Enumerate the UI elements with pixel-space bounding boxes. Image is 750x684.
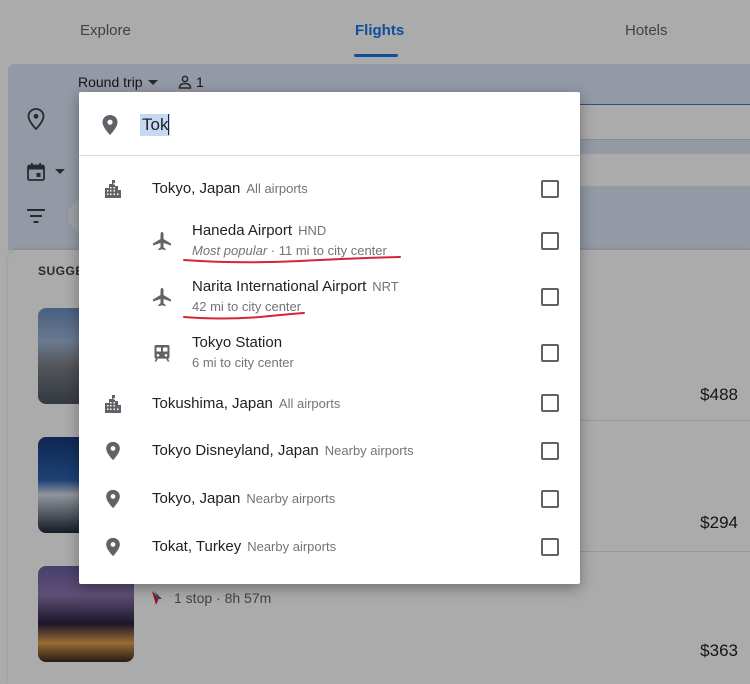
result-row[interactable]: Tokyo, Japan Nearby airports (79, 476, 580, 524)
result-name: Tokyo Disneyland, Japan (152, 442, 319, 459)
location-pin-icon (106, 441, 120, 461)
select-checkbox[interactable] (541, 442, 559, 460)
result-name: Narita International Airport (192, 278, 367, 295)
result-row[interactable]: Tokushima, Japan All airports (79, 380, 580, 428)
search-input[interactable]: Tok (140, 114, 171, 136)
result-subtitle: Nearby airports (324, 443, 414, 458)
result-row[interactable]: Tokyo Disneyland, Japan Nearby airports (79, 428, 580, 476)
result-row[interactable]: Haneda Airport HND Most popular · 11 mi t… (79, 216, 580, 268)
result-title: Haneda Airport HND (192, 222, 326, 239)
location-pin-icon (106, 489, 120, 509)
result-title: Tokyo Disneyland, Japan Nearby airports (152, 442, 414, 459)
popular-tag: Most popular (192, 243, 268, 258)
result-detail: 6 mi to city center (192, 355, 294, 370)
city-icon (105, 180, 121, 198)
result-name: Tokyo, Japan (152, 180, 241, 197)
airport-code: NRT (372, 279, 399, 294)
result-detail: Most popular · 11 mi to city center (192, 243, 387, 258)
result-subtitle: All airports (278, 396, 341, 411)
location-search-dropdown: Tok Tokyo, Japan All airports Haneda Airp… (79, 92, 580, 584)
text-cursor (168, 114, 169, 135)
location-pin-icon (106, 537, 120, 557)
result-name: Tokyo, Japan (152, 490, 241, 507)
result-name: Tokushima, Japan (152, 395, 273, 412)
result-title: Tokyo Station (192, 334, 283, 351)
select-checkbox[interactable] (541, 288, 559, 306)
select-checkbox[interactable] (541, 490, 559, 508)
location-pin-icon (102, 115, 118, 135)
result-title: Tokyo, Japan All airports (152, 180, 308, 197)
select-checkbox[interactable] (541, 394, 559, 412)
result-subtitle: All airports (246, 181, 308, 196)
result-name: Haneda Airport (192, 222, 293, 239)
result-title: Tokushima, Japan All airports (152, 395, 340, 412)
city-icon (105, 395, 121, 413)
select-checkbox[interactable] (541, 180, 559, 198)
airplane-icon (153, 288, 171, 307)
result-row[interactable]: Narita International Airport NRT 42 mi to… (79, 272, 580, 324)
result-title: Tokat, Turkey Nearby airports (152, 538, 336, 555)
divider (79, 155, 580, 156)
result-detail: 42 mi to city center (192, 299, 302, 314)
airport-code: HND (298, 223, 327, 238)
select-checkbox[interactable] (541, 232, 559, 250)
result-row[interactable]: Tokyo, Japan All airports (79, 164, 580, 212)
result-subtitle: Nearby airports (246, 491, 336, 506)
result-subtitle: Nearby airports (247, 539, 337, 554)
result-name: Tokat, Turkey (152, 538, 242, 555)
select-checkbox[interactable] (541, 344, 559, 362)
result-row[interactable]: Tokat, Turkey Nearby airports (79, 524, 580, 572)
train-icon (154, 345, 170, 362)
result-title: Narita International Airport NRT (192, 278, 399, 295)
distance-text: · 11 mi to city center (267, 243, 387, 258)
airplane-icon (153, 232, 171, 251)
select-checkbox[interactable] (541, 538, 559, 556)
result-row[interactable]: Tokyo Station 6 mi to city center (79, 328, 580, 380)
result-title: Tokyo, Japan Nearby airports (152, 490, 335, 507)
